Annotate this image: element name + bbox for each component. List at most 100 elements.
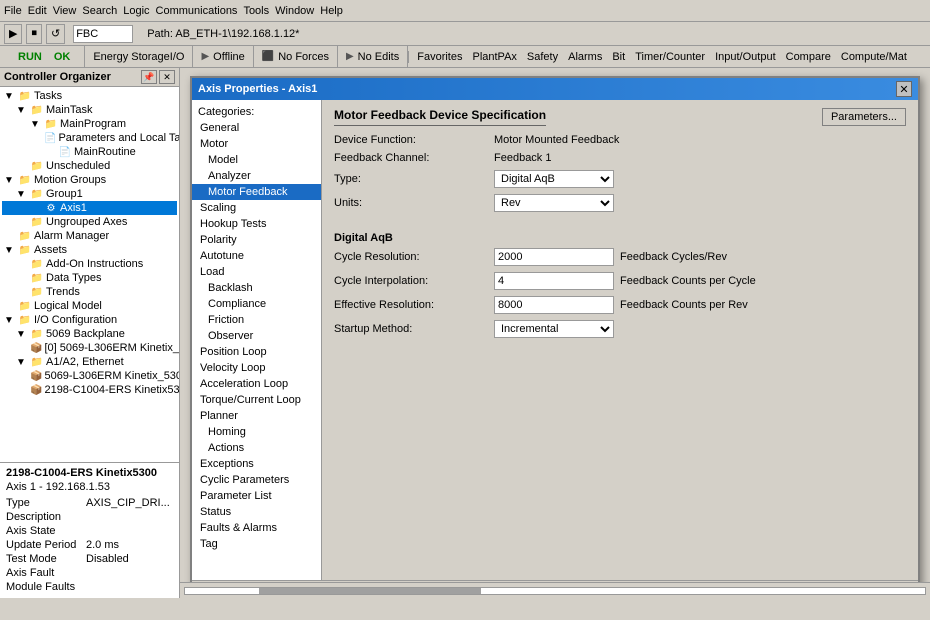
tree-kinetix5300-2[interactable]: 📦2198-C1004-ERS Kinetix530... bbox=[2, 383, 177, 397]
edits-status[interactable]: ▶ No Edits bbox=[338, 46, 408, 68]
menu-help[interactable]: Help bbox=[320, 5, 343, 17]
cat-scaling[interactable]: Scaling bbox=[192, 200, 321, 216]
cat-faults[interactable]: Faults & Alarms bbox=[192, 520, 321, 536]
input-tab[interactable]: Input/Output bbox=[715, 51, 776, 63]
panel-close-btn[interactable]: ✕ bbox=[159, 70, 175, 84]
tree-datatypes[interactable]: 📁Data Types bbox=[2, 271, 177, 285]
controller-organizer: Controller Organizer 📌 ✕ ▼📁Tasks ▼📁MainT… bbox=[0, 68, 180, 598]
path-display: Path: AB_ETH-1\192.168.1.12* bbox=[147, 28, 299, 40]
units-select[interactable]: Rev mm bbox=[494, 194, 614, 212]
favorites-tab[interactable]: Favorites bbox=[417, 51, 462, 63]
plantpax-tab[interactable]: PlantPAx bbox=[472, 51, 516, 63]
tree-trends[interactable]: 📁Trends bbox=[2, 285, 177, 299]
offline-status[interactable]: ▶ Offline bbox=[193, 46, 253, 68]
tree-mainprogram[interactable]: ▼📁MainProgram bbox=[2, 117, 177, 131]
cat-observer[interactable]: Observer bbox=[192, 328, 321, 344]
cat-friction[interactable]: Friction bbox=[192, 312, 321, 328]
cat-torque-loop[interactable]: Torque/Current Loop bbox=[192, 392, 321, 408]
tree-kinetix5300-1[interactable]: 📦5069-L306ERM Kinetix_5300... bbox=[2, 369, 177, 383]
type-label: Type bbox=[6, 497, 86, 509]
cat-param-list[interactable]: Parameter List bbox=[192, 488, 321, 504]
safety-tab[interactable]: Safety bbox=[527, 51, 558, 63]
cat-autotune[interactable]: Autotune bbox=[192, 248, 321, 264]
menu-communications[interactable]: Communications bbox=[156, 5, 238, 17]
tree-5069-l306[interactable]: 📦[0] 5069-L306ERM Kinetix_5... bbox=[2, 341, 177, 355]
energy-status: Energy Storage I/O bbox=[85, 46, 193, 68]
cat-exceptions[interactable]: Exceptions bbox=[192, 456, 321, 472]
cat-motor[interactable]: Motor bbox=[192, 136, 321, 152]
compare-tab[interactable]: Compare bbox=[786, 51, 831, 63]
cat-hookup[interactable]: Hookup Tests bbox=[192, 216, 321, 232]
tree-unscheduled[interactable]: 📁Unscheduled bbox=[2, 159, 177, 173]
tree-parameters[interactable]: 📄Parameters and Local Tag bbox=[2, 131, 177, 145]
cat-compliance[interactable]: Compliance bbox=[192, 296, 321, 312]
toolbar-btn-3[interactable]: ↺ bbox=[46, 24, 65, 44]
bit-tab[interactable]: Bit bbox=[612, 51, 625, 63]
cat-backlash[interactable]: Backlash bbox=[192, 280, 321, 296]
menu-tools[interactable]: Tools bbox=[243, 5, 269, 17]
menu-file[interactable]: File bbox=[4, 5, 22, 17]
device-function-value: Motor Mounted Feedback bbox=[494, 134, 619, 146]
cat-status[interactable]: Status bbox=[192, 504, 321, 520]
cycle-resolution-input[interactable] bbox=[494, 248, 614, 266]
tree-motion-groups[interactable]: ▼📁Motion Groups bbox=[2, 173, 177, 187]
tree-group1[interactable]: ▼📁Group1 bbox=[2, 187, 177, 201]
categories-panel: Categories: General Motor Model Analyzer… bbox=[192, 100, 322, 580]
compute-tab[interactable]: Compute/Mat bbox=[841, 51, 907, 63]
tree-assets[interactable]: ▼📁Assets bbox=[2, 243, 177, 257]
type-prop-label: Type: bbox=[334, 173, 494, 185]
menu-view[interactable]: View bbox=[53, 5, 77, 17]
cat-accel-loop[interactable]: Acceleration Loop bbox=[192, 376, 321, 392]
tree-addon[interactable]: 📁Add-On Instructions bbox=[2, 257, 177, 271]
tree-mainroutine[interactable]: 📄MainRoutine bbox=[2, 145, 177, 159]
parameters-button[interactable]: Parameters... bbox=[822, 108, 906, 126]
alarms-tab[interactable]: Alarms bbox=[568, 51, 602, 63]
status-bar: RUN OK Energy Storage I/O ▶ Offline ⬛ No… bbox=[0, 46, 930, 68]
type-select[interactable]: Digital AqB Absolute bbox=[494, 170, 614, 188]
tree-maintask[interactable]: ▼📁MainTask bbox=[2, 103, 177, 117]
dialog-close-button[interactable]: ✕ bbox=[896, 81, 912, 97]
cat-velocity-loop[interactable]: Velocity Loop bbox=[192, 360, 321, 376]
feedback-channel-value: Feedback 1 bbox=[494, 152, 551, 164]
tree-5069-backplane[interactable]: ▼📁5069 Backplane bbox=[2, 327, 177, 341]
tree-axis1[interactable]: ⚙Axis1 bbox=[2, 201, 177, 215]
menu-window[interactable]: Window bbox=[275, 5, 314, 17]
axis-address: Axis 1 - 192.168.1.53 bbox=[6, 481, 173, 496]
tree-tasks[interactable]: ▼📁Tasks bbox=[2, 89, 177, 103]
cat-tag[interactable]: Tag bbox=[192, 536, 321, 552]
tree-a1a2-ethernet[interactable]: ▼📁A1/A2, Ethernet bbox=[2, 355, 177, 369]
tree-io-config[interactable]: ▼📁I/O Configuration bbox=[2, 313, 177, 327]
tree-alarm-manager[interactable]: 📁Alarm Manager bbox=[2, 229, 177, 243]
forces-status[interactable]: ⬛ No Forces bbox=[254, 46, 338, 68]
axis-properties-dialog: Axis Properties - Axis1 ✕ Categories: Ge… bbox=[190, 76, 920, 598]
cat-homing[interactable]: Homing bbox=[192, 424, 321, 440]
menu-bar: File Edit View Search Logic Communicatio… bbox=[0, 0, 930, 22]
cat-planner[interactable]: Planner bbox=[192, 408, 321, 424]
menu-search[interactable]: Search bbox=[82, 5, 117, 17]
cat-position-loop[interactable]: Position Loop bbox=[192, 344, 321, 360]
cat-general[interactable]: General bbox=[192, 120, 321, 136]
panel-pin-btn[interactable]: 📌 bbox=[141, 70, 157, 84]
timer-tab[interactable]: Timer/Counter bbox=[635, 51, 705, 63]
tree-logical-model[interactable]: 📁Logical Model bbox=[2, 299, 177, 313]
cat-actions[interactable]: Actions bbox=[192, 440, 321, 456]
cat-analyzer[interactable]: Analyzer bbox=[192, 168, 321, 184]
cat-polarity[interactable]: Polarity bbox=[192, 232, 321, 248]
tree-ungrouped[interactable]: 📁Ungrouped Axes bbox=[2, 215, 177, 229]
forces-label: No Forces bbox=[278, 51, 329, 63]
cat-cyclic-params[interactable]: Cyclic Parameters bbox=[192, 472, 321, 488]
cat-load[interactable]: Load bbox=[192, 264, 321, 280]
cat-model[interactable]: Model bbox=[192, 152, 321, 168]
menu-edit[interactable]: Edit bbox=[28, 5, 47, 17]
cat-motor-feedback[interactable]: Motor Feedback bbox=[192, 184, 321, 200]
startup-method-select[interactable]: Incremental Absolute bbox=[494, 320, 614, 338]
cycle-interpolation-input[interactable] bbox=[494, 272, 614, 290]
toolbar-btn-2[interactable]: ⏹ bbox=[26, 24, 42, 44]
effective-resolution-input[interactable] bbox=[494, 296, 614, 314]
feedback-channel-label: Feedback Channel: bbox=[334, 152, 494, 164]
units-label: Units: bbox=[334, 197, 494, 209]
toolbar-btn-1[interactable]: ▶ bbox=[4, 24, 22, 44]
controller-combo[interactable] bbox=[73, 25, 133, 43]
menu-logic[interactable]: Logic bbox=[123, 5, 149, 17]
categories-label: Categories: bbox=[192, 104, 321, 120]
